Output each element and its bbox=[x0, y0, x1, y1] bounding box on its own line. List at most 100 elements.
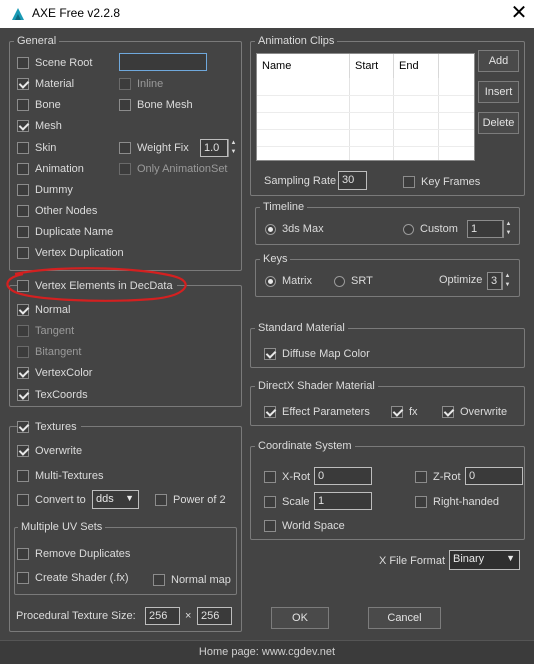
delete-clip-button[interactable]: Delete bbox=[478, 112, 519, 134]
checkbox-box bbox=[17, 184, 29, 196]
normal-map-checkbox[interactable]: Normal map bbox=[153, 572, 231, 588]
row-divider bbox=[257, 129, 474, 130]
spin-down-icon[interactable]: ▼ bbox=[229, 148, 238, 157]
checkbox-box bbox=[153, 574, 165, 586]
right-handed-checkbox[interactable]: Right-handed bbox=[415, 494, 499, 510]
diffuse-map-color-checkbox[interactable]: Diffuse Map Color bbox=[264, 346, 370, 362]
texture-overwrite-checkbox[interactable]: Overwrite bbox=[17, 443, 82, 459]
checkbox-box bbox=[17, 367, 29, 379]
only-animation-set-checkbox[interactable]: Only AnimationSet bbox=[119, 161, 228, 177]
checkbox-box bbox=[119, 99, 131, 111]
column-header-end[interactable]: End bbox=[394, 54, 439, 78]
add-clip-button[interactable]: Add bbox=[478, 50, 519, 72]
material-checkbox[interactable]: Material bbox=[17, 76, 74, 92]
weight-fix-input[interactable]: 1.0 bbox=[200, 139, 228, 157]
cancel-button[interactable]: Cancel bbox=[368, 607, 441, 629]
checkbox-box bbox=[17, 226, 29, 238]
other-nodes-checkbox[interactable]: Other Nodes bbox=[17, 203, 97, 219]
checkbox-box bbox=[119, 78, 131, 90]
homepage-status-bar: Home page: www.cgdev.net bbox=[0, 640, 534, 664]
create-shader-checkbox[interactable]: Create Shader (.fx) bbox=[17, 570, 129, 586]
spin-up-icon[interactable]: ▲ bbox=[504, 220, 513, 229]
mesh-checkbox[interactable]: Mesh bbox=[17, 118, 62, 134]
directx-overwrite-checkbox[interactable]: Overwrite bbox=[442, 404, 507, 420]
column-divider bbox=[393, 78, 394, 160]
chevron-down-icon: ▼ bbox=[125, 493, 134, 503]
column-header-name[interactable]: Name bbox=[257, 54, 350, 78]
close-icon[interactable]: ✕ bbox=[504, 1, 534, 27]
scene-root-checkbox[interactable]: Scene Root bbox=[17, 55, 92, 71]
checkbox-box bbox=[17, 205, 29, 217]
optimize-spinner[interactable]: ▲ ▼ bbox=[502, 272, 512, 290]
dummy-checkbox[interactable]: Dummy bbox=[17, 182, 73, 198]
checkbox-box bbox=[415, 471, 427, 483]
animation-checkbox[interactable]: Animation bbox=[17, 161, 84, 177]
weight-fix-checkbox[interactable]: Weight Fix bbox=[119, 140, 189, 156]
key-frames-checkbox[interactable]: Key Frames bbox=[403, 174, 480, 190]
scale-input[interactable]: 1 bbox=[314, 492, 372, 510]
checkbox-box bbox=[17, 57, 29, 69]
x-file-format-select[interactable]: Binary ▼ bbox=[449, 550, 520, 570]
tangent-checkbox[interactable]: Tangent bbox=[17, 323, 74, 339]
timeline-title: Timeline bbox=[260, 201, 308, 213]
spin-up-icon[interactable]: ▲ bbox=[503, 272, 512, 281]
directx-material-title: DirectX Shader Material bbox=[255, 380, 378, 392]
procedural-height-input[interactable]: 256 bbox=[197, 607, 232, 625]
remove-duplicates-checkbox[interactable]: Remove Duplicates bbox=[17, 546, 130, 562]
checkbox-box bbox=[17, 445, 29, 457]
duplicate-name-checkbox[interactable]: Duplicate Name bbox=[17, 224, 113, 240]
keys-srt-radio[interactable]: SRT bbox=[334, 273, 373, 289]
timeline-custom-radio[interactable]: Custom bbox=[403, 221, 458, 237]
weight-fix-spinner[interactable]: ▲ ▼ bbox=[228, 139, 238, 157]
timeline-custom-spinner[interactable]: ▲ ▼ bbox=[503, 220, 513, 238]
sampling-rate-input[interactable]: 30 bbox=[338, 171, 367, 190]
tex-coords-checkbox[interactable]: TexCoords bbox=[17, 387, 88, 403]
optimize-input[interactable]: 3 bbox=[487, 272, 502, 290]
column-header-start[interactable]: Start bbox=[350, 54, 394, 78]
procedural-width-input[interactable]: 256 bbox=[145, 607, 180, 625]
row-divider bbox=[257, 146, 474, 147]
bone-checkbox[interactable]: Bone bbox=[17, 97, 61, 113]
inline-checkbox[interactable]: Inline bbox=[119, 76, 163, 92]
timeline-custom-input[interactable]: 1 bbox=[467, 220, 503, 238]
normal-checkbox[interactable]: Normal bbox=[17, 302, 70, 318]
bitangent-checkbox[interactable]: Bitangent bbox=[17, 344, 81, 360]
ok-button[interactable]: OK bbox=[271, 607, 329, 629]
skin-checkbox[interactable]: Skin bbox=[17, 140, 56, 156]
timeline-3dsmax-radio[interactable]: 3ds Max bbox=[265, 221, 324, 237]
convert-to-checkbox[interactable]: Convert to bbox=[17, 492, 86, 508]
z-rot-input[interactable]: 0 bbox=[465, 467, 523, 485]
spin-down-icon[interactable]: ▼ bbox=[504, 229, 513, 238]
scene-root-input[interactable] bbox=[119, 53, 207, 71]
spin-up-icon[interactable]: ▲ bbox=[229, 139, 238, 148]
x-rot-input[interactable]: 0 bbox=[314, 467, 372, 485]
coordinate-system-title: Coordinate System bbox=[255, 440, 355, 452]
animation-clips-list[interactable]: Name Start End bbox=[256, 53, 475, 161]
title-bar: AXE Free v2.2.8 ✕ bbox=[0, 0, 534, 28]
keys-matrix-radio[interactable]: Matrix bbox=[265, 273, 312, 289]
fx-checkbox[interactable]: fx bbox=[391, 404, 418, 420]
x-rot-checkbox[interactable]: X-Rot bbox=[264, 469, 310, 485]
radio-dot bbox=[334, 275, 345, 287]
scale-checkbox[interactable]: Scale bbox=[264, 494, 310, 510]
window-title: AXE Free v2.2.8 bbox=[32, 6, 121, 20]
checkbox-box bbox=[17, 99, 29, 111]
checkbox-box bbox=[119, 163, 131, 175]
vertex-duplication-checkbox[interactable]: Vertex Duplication bbox=[17, 245, 124, 261]
z-rot-checkbox[interactable]: Z-Rot bbox=[415, 469, 461, 485]
homepage-link[interactable]: Home page: www.cgdev.net bbox=[199, 646, 335, 658]
power-of-2-checkbox[interactable]: Power of 2 bbox=[155, 492, 226, 508]
world-space-checkbox[interactable]: World Space bbox=[264, 518, 345, 534]
textures-checkbox[interactable]: Textures bbox=[17, 419, 81, 435]
spin-down-icon[interactable]: ▼ bbox=[503, 281, 512, 290]
bone-mesh-checkbox[interactable]: Bone Mesh bbox=[119, 97, 193, 113]
vertex-color-checkbox[interactable]: VertexColor bbox=[17, 365, 92, 381]
x-file-format-label: X File Format bbox=[379, 555, 446, 567]
multiple-uv-sets-title: Multiple UV Sets bbox=[18, 521, 106, 533]
effect-parameters-checkbox[interactable]: Effect Parameters bbox=[264, 404, 370, 420]
insert-clip-button[interactable]: Insert bbox=[478, 81, 519, 103]
convert-format-select[interactable]: dds ▼ bbox=[92, 490, 139, 509]
sampling-rate-label: Sampling Rate bbox=[264, 175, 337, 187]
multi-textures-checkbox[interactable]: Multi-Textures bbox=[17, 468, 103, 484]
checkbox-box bbox=[264, 496, 276, 508]
